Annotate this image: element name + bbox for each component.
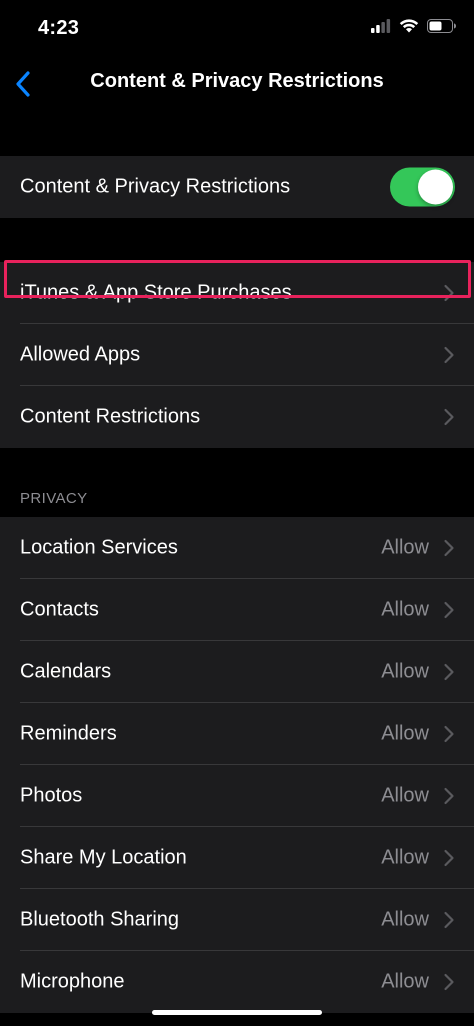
list-item-allowed-apps[interactable]: Allowed Apps — [0, 324, 474, 386]
list-item-calendars[interactable]: Calendars Allow — [0, 641, 474, 703]
content-privacy-toggle[interactable] — [390, 167, 455, 207]
list-item-bluetooth-sharing[interactable]: Bluetooth Sharing Allow — [0, 889, 474, 951]
list-item-value: Allow — [381, 970, 429, 993]
list-item-photos[interactable]: Photos Allow — [0, 765, 474, 827]
list-item-label: Photos — [20, 784, 83, 807]
home-indicator[interactable] — [152, 1010, 322, 1015]
list-item-value: Allow — [381, 846, 429, 869]
list-item-label: Reminders — [20, 722, 117, 745]
cellular-signal-icon — [371, 18, 391, 33]
list-item-value: Allow — [381, 660, 429, 683]
status-bar: 4:23 — [0, 0, 474, 56]
list-item-reminders[interactable]: Reminders Allow — [0, 703, 474, 765]
list-item-value: Allow — [381, 784, 429, 807]
chevron-right-icon — [444, 346, 454, 364]
chevron-right-icon — [444, 725, 454, 743]
master-toggle-group: Content & Privacy Restrictions — [0, 156, 474, 218]
list-item-value: Allow — [381, 598, 429, 621]
battery-icon — [427, 18, 456, 33]
list-item-label: Microphone — [20, 970, 125, 993]
master-toggle-label: Content & Privacy Restrictions — [20, 175, 291, 198]
list-item-content-restrictions[interactable]: Content Restrictions — [0, 386, 474, 448]
list-item-value: Allow — [381, 908, 429, 931]
navigation-bar: Content & Privacy Restrictions — [0, 56, 474, 112]
list-item-share-my-location[interactable]: Share My Location Allow — [0, 827, 474, 889]
list-item-value: Allow — [381, 722, 429, 745]
chevron-right-icon — [444, 849, 454, 867]
privacy-section-header: PRIVACY — [20, 490, 88, 507]
list-item-microphone[interactable]: Microphone Allow — [0, 951, 474, 1013]
page-title: Content & Privacy Restrictions — [90, 70, 384, 92]
chevron-right-icon — [444, 787, 454, 805]
list-item-label: Share My Location — [20, 846, 187, 869]
status-time: 4:23 — [38, 17, 80, 39]
list-item-label: Location Services — [20, 536, 178, 559]
chevron-right-icon — [444, 973, 454, 991]
toggle-knob — [418, 169, 453, 205]
list-item-label: Allowed Apps — [20, 343, 141, 366]
list-item-label: Bluetooth Sharing — [20, 908, 180, 931]
list-item-location-services[interactable]: Location Services Allow — [0, 517, 474, 579]
highlight-box — [4, 260, 471, 298]
status-icons — [371, 18, 456, 33]
wifi-icon — [399, 19, 419, 33]
list-item-label: Calendars — [20, 660, 112, 683]
list-item-contacts[interactable]: Contacts Allow — [0, 579, 474, 641]
chevron-right-icon — [444, 663, 454, 681]
chevron-right-icon — [444, 539, 454, 557]
chevron-right-icon — [444, 601, 454, 619]
list-item-label: Contacts — [20, 598, 99, 621]
chevron-right-icon — [444, 408, 454, 426]
list-item-value: Allow — [381, 536, 429, 559]
list-item-label: Content Restrictions — [20, 405, 201, 428]
master-toggle-row: Content & Privacy Restrictions — [0, 156, 474, 218]
chevron-right-icon — [444, 911, 454, 929]
privacy-settings-group: Location Services Allow Contacts Allow C… — [0, 517, 474, 1013]
